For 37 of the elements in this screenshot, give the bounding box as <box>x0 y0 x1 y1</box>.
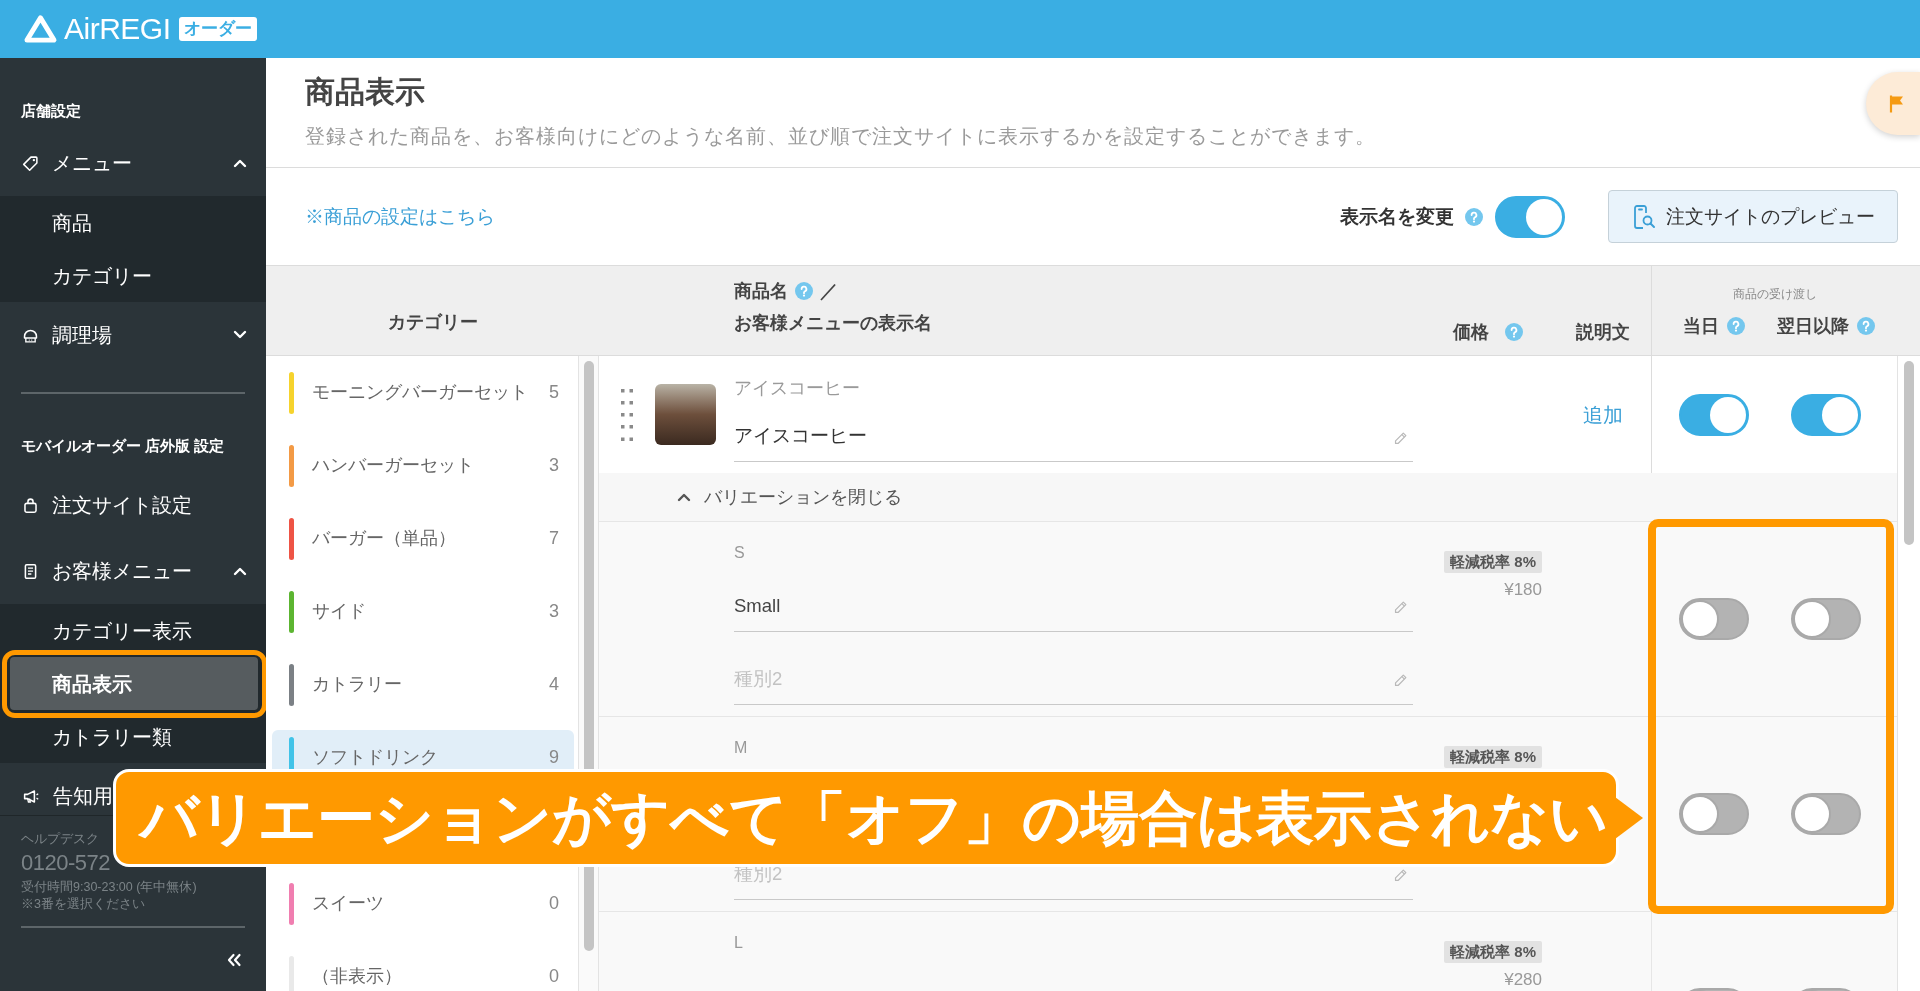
column-header: 説明文 <box>1576 320 1630 344</box>
variation-label: M <box>734 738 748 758</box>
logo-badge: オーダー <box>178 17 257 41</box>
page-title: 商品表示 <box>305 74 425 110</box>
column-header: カテゴリー <box>387 311 478 334</box>
column-header: 翌日以降 <box>1777 314 1849 338</box>
logo-text: AirREGI <box>64 14 171 44</box>
tax-badge: 軽減税率 8% <box>1444 941 1542 963</box>
section-title: 店舗設定 <box>21 101 81 121</box>
section-title: モバイルオーダー 店外版 設定 <box>21 436 225 456</box>
item-count: 0 <box>549 892 559 915</box>
item-count: 3 <box>549 600 559 623</box>
column-header: お客様メニューの表示名 <box>734 311 932 335</box>
original-name: アイスコーヒー <box>734 377 860 400</box>
variation-label: S <box>734 543 745 563</box>
item-count: 7 <box>549 527 559 550</box>
helpdesk-hours: 受付時間9:30-23:00 (年中無休) <box>21 879 197 896</box>
price-text: ¥280 <box>1504 969 1542 991</box>
column-header: 商品名 <box>734 279 788 303</box>
tax-badge: 軽減税率 8% <box>1444 746 1542 768</box>
separator-text: ／ <box>820 279 838 303</box>
price-text: ¥180 <box>1504 579 1542 601</box>
item-count: 9 <box>549 746 559 769</box>
column-header: 価格 <box>1453 320 1489 344</box>
tax-badge: 軽減税率 8% <box>1444 551 1542 573</box>
item-count: 4 <box>549 673 559 696</box>
helpdesk-label: ヘルプデスク <box>21 830 99 848</box>
column-group-header: 商品の受け渡し <box>1732 286 1817 302</box>
variation-label: L <box>734 933 743 953</box>
helpdesk-note: ※3番を選択ください <box>21 896 145 913</box>
column-header: 当日 <box>1683 314 1719 338</box>
helpdesk-phone: 0120-572 <box>21 849 110 877</box>
item-count: 3 <box>549 454 559 477</box>
item-count: 5 <box>549 381 559 404</box>
item-count: 0 <box>549 965 559 988</box>
switch-label: 表示名を変更 <box>1340 204 1454 229</box>
page-description: 登録された商品を、お客様向けにどのような名前、並び順で注文サイトに表示するかを設定することができます。 <box>305 124 1376 149</box>
